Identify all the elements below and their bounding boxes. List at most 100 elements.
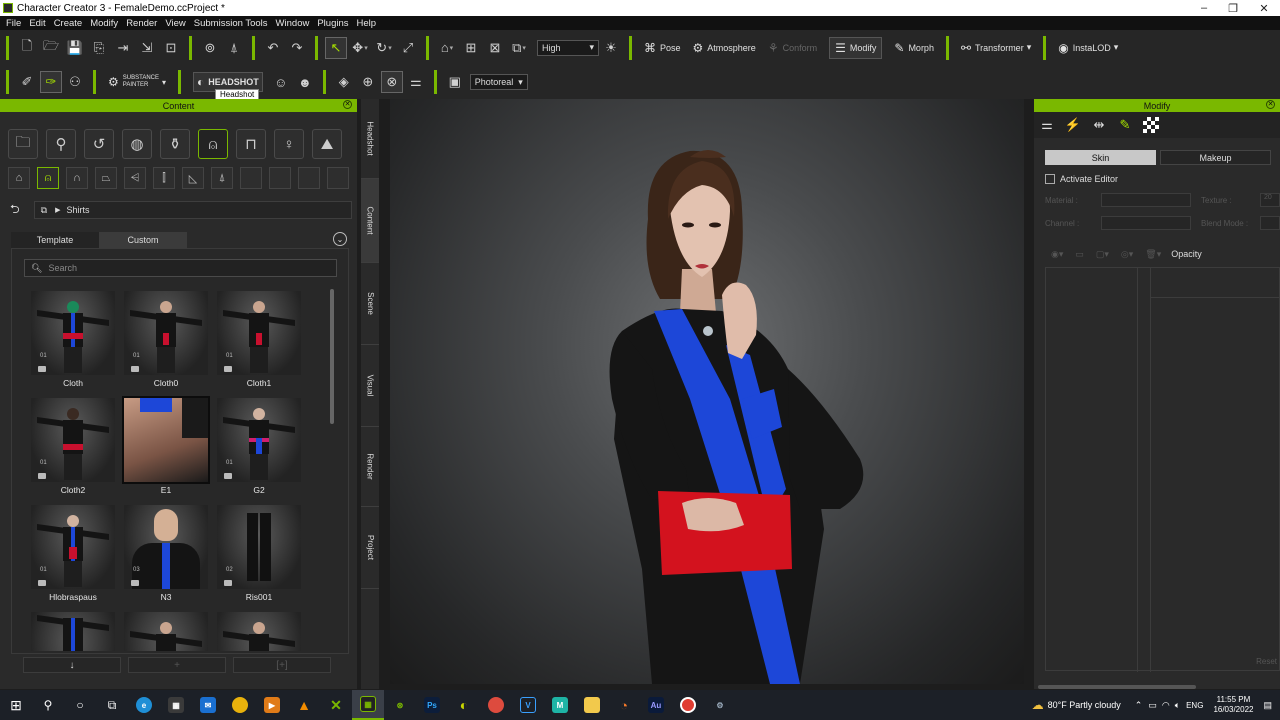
audition-icon[interactable]: Au (640, 690, 672, 720)
select-icon[interactable]: ↖ (325, 36, 347, 59)
hair-tool-icon[interactable]: ⊗ (380, 71, 403, 93)
sliders-icon[interactable]: ⚌ (405, 71, 427, 93)
3d-viewport[interactable] (390, 99, 1024, 684)
layer-properties[interactable] (1150, 268, 1280, 672)
category-skin-icon[interactable]: ◍ (122, 129, 152, 159)
side-tab-scene[interactable]: Scene (361, 263, 379, 345)
iclone-icon[interactable]: ⊛ (384, 690, 416, 720)
chrome-browser-icon[interactable] (480, 690, 512, 720)
options-menu-icon[interactable]: ⌄ (333, 232, 347, 246)
close-panel-icon[interactable]: ✕ (343, 100, 352, 109)
import-icon[interactable]: ⎘ (88, 37, 110, 59)
reset-button[interactable]: Reset (1256, 657, 1277, 666)
mail-icon[interactable]: ✉ (192, 690, 224, 720)
marvelous-icon[interactable]: M (544, 690, 576, 720)
list-item[interactable]: 01 Cloth2 (27, 398, 119, 498)
wifi-icon[interactable]: ◠ (1162, 700, 1170, 711)
category-body-icon[interactable]: ⚲ (46, 129, 76, 159)
scale-icon[interactable]: ⤢ (397, 37, 419, 59)
category-accessory-icon[interactable]: ⚱ (160, 129, 190, 159)
open-folder-icon[interactable]: 🗁 (40, 37, 62, 59)
chrome-icon[interactable] (224, 690, 256, 720)
render-settings-icon[interactable]: ▣ (444, 71, 466, 93)
xbox-icon[interactable]: ✕ (320, 690, 352, 720)
edit-mesh-icon[interactable]: ✑ (40, 71, 62, 93)
app-swirl-icon[interactable]: ◐ (448, 690, 480, 720)
face-icon[interactable]: ☺ (270, 71, 292, 93)
side-tab-render[interactable]: Render (361, 427, 379, 507)
undo-icon[interactable]: ↶ (262, 37, 284, 59)
new-file-icon[interactable]: 🗋 (16, 37, 38, 59)
sub-pants-icon[interactable]: ⩤ (124, 167, 146, 189)
light-sun-icon[interactable]: ☀ (600, 37, 622, 59)
menu-file[interactable]: File (6, 18, 21, 29)
side-tab-project[interactable]: Project (361, 507, 379, 589)
edge-icon[interactable]: e (128, 690, 160, 720)
sub-socks-icon[interactable]: ⫿ (153, 167, 175, 189)
chevron-up-icon[interactable]: ⌃ (1135, 700, 1143, 711)
search-input[interactable]: 🔍︎ Search (24, 259, 337, 277)
conform-button[interactable]: ⚘ Conform (768, 41, 817, 55)
side-tab-content[interactable]: Content (361, 179, 379, 263)
texture-select[interactable]: 20 (1260, 193, 1280, 207)
save-icon[interactable]: 💾 (64, 37, 86, 59)
category-folder-icon[interactable]: 🗀 (8, 129, 38, 159)
vlc-icon[interactable]: ▲ (288, 690, 320, 720)
view-mode-icon[interactable]: ⧉ (508, 37, 530, 59)
sub-hanger-icon[interactable]: ⍋ (211, 167, 233, 189)
media-player-icon[interactable]: ▶ (256, 690, 288, 720)
list-item[interactable] (27, 612, 119, 651)
list-item[interactable]: 01 Cloth0 (120, 291, 212, 391)
menu-edit[interactable]: Edit (29, 18, 45, 29)
list-item[interactable]: 03 N3 (120, 505, 212, 605)
side-tab-visual[interactable]: Visual (361, 345, 379, 427)
close-panel-icon[interactable]: ✕ (1266, 100, 1275, 109)
list-item[interactable] (120, 612, 212, 651)
search-icon[interactable]: ⚲ (32, 690, 64, 720)
menu-plugins[interactable]: Plugins (317, 18, 348, 29)
list-item[interactable]: 01 G2 (213, 398, 305, 498)
blend-mode-select[interactable] (1260, 216, 1280, 230)
volume-icon[interactable]: 🔈︎ (1175, 700, 1180, 711)
skin-gen-icon[interactable]: ◈ (333, 71, 355, 93)
app-misc-icon[interactable]: ⚙ (704, 690, 736, 720)
pose-tool-icon[interactable]: ⚇ (64, 71, 86, 93)
substance-painter-button[interactable]: ⚙ SUBSTANCE PAINTER ▾ (108, 75, 166, 89)
sub-shoes-icon[interactable]: ◺ (182, 167, 204, 189)
box-icon[interactable]: ▢▾ (1096, 249, 1109, 260)
list-item[interactable]: 01 Hlobraspaus (27, 505, 119, 605)
weather-text[interactable]: 80°F Partly cloudy (1048, 700, 1121, 710)
maximize-button[interactable]: ❐ (1219, 0, 1247, 16)
move-icon[interactable]: ✥ (349, 37, 371, 59)
export-icon[interactable]: ⇥ (112, 37, 134, 59)
zoom-search-icon[interactable]: ⊕ (357, 71, 379, 93)
menu-submission-tools[interactable]: Submission Tools (194, 18, 268, 29)
clock[interactable]: 11:55 PM 16/03/2022 (1213, 695, 1253, 715)
close-button[interactable]: ✕ (1250, 0, 1278, 16)
menu-window[interactable]: Window (276, 18, 310, 29)
atmosphere-button[interactable]: ⚙ Atmosphere (693, 41, 756, 55)
channel-select[interactable] (1101, 216, 1191, 230)
quality-select[interactable]: High ▾ (537, 39, 599, 56)
layer-icon[interactable]: ▭ (1075, 249, 1084, 260)
frame-all-icon[interactable]: ⊞ (460, 37, 482, 59)
minimize-button[interactable]: – (1190, 0, 1218, 16)
tab-makeup[interactable]: Makeup (1160, 150, 1271, 165)
menu-view[interactable]: View (165, 18, 185, 29)
side-tab-headshot[interactable]: Headshot (361, 99, 379, 179)
tab-template[interactable]: Template (11, 232, 99, 248)
store-icon[interactable]: ▦ (160, 690, 192, 720)
list-item[interactable]: E1 (120, 396, 212, 498)
list-item[interactable]: 01 Cloth (27, 291, 119, 391)
category-wardrobe-icon[interactable]: ⊓ (236, 129, 266, 159)
menu-modify[interactable]: Modify (90, 18, 118, 29)
sliders-icon[interactable]: ⚌ (1034, 114, 1060, 136)
menu-render[interactable]: Render (126, 18, 157, 29)
grid-scrollbar[interactable] (330, 289, 334, 424)
smart-search-icon[interactable]: ⊚ (199, 37, 221, 59)
head-icon[interactable]: ☻ (294, 71, 316, 93)
transformer-button[interactable]: ⚯ Transformer ▾ (961, 41, 1031, 55)
morph-pose-icon[interactable]: ⇹ (1086, 114, 1112, 136)
weather-icon[interactable]: ☁ (1032, 698, 1044, 712)
menu-create[interactable]: Create (54, 18, 83, 29)
